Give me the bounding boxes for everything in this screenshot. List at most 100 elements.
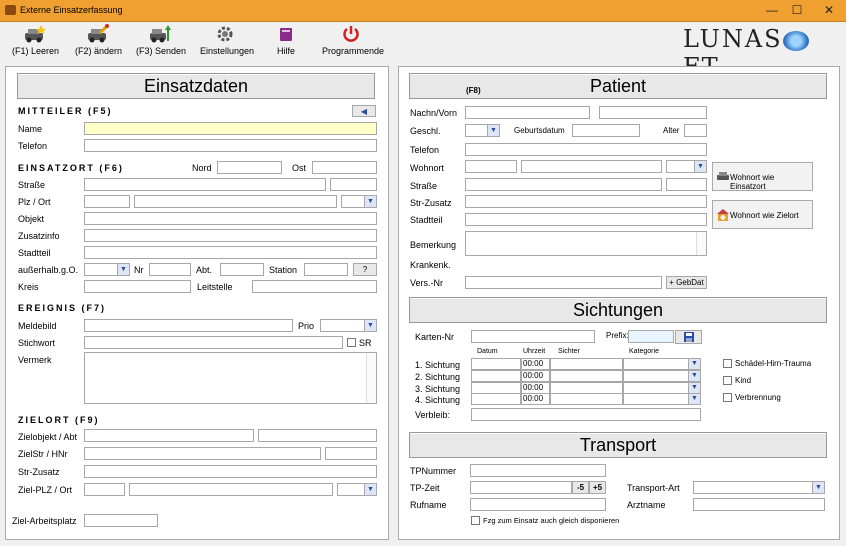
sichtung-sichter[interactable] [550, 370, 623, 382]
patient-title: Patient [589, 76, 647, 96]
nr-input[interactable] [149, 263, 191, 276]
bemerkung-scrollbar[interactable] [696, 232, 706, 255]
hausnummer-input[interactable] [330, 178, 377, 191]
fzg-disponieren-checkbox[interactable] [471, 516, 480, 525]
patient-telefon-input[interactable] [465, 143, 707, 156]
name-input[interactable] [84, 122, 377, 135]
sichtung-kategorie-dropdown[interactable]: ▼ [623, 370, 701, 382]
nord-input[interactable] [217, 161, 282, 174]
verbrennung-checkbox[interactable] [723, 393, 732, 402]
arztname-input[interactable] [693, 498, 825, 511]
patient-strasse-input[interactable] [465, 178, 662, 191]
gebdat-button[interactable]: + GebDat [666, 276, 707, 289]
rufname-input[interactable] [470, 498, 606, 511]
patient-strzusatz-input[interactable] [465, 195, 707, 208]
ort-input[interactable] [134, 195, 337, 208]
alter-input[interactable] [684, 124, 707, 137]
sichtung-datum[interactable] [471, 370, 521, 382]
ziel-strzusatz-input[interactable] [84, 465, 377, 478]
tpzeit-input[interactable] [470, 481, 572, 494]
nr-label: Nr [134, 265, 144, 275]
ost-input[interactable] [312, 161, 377, 174]
wohnort-wie-einsatzort-button[interactable]: Wohnort wie Einsatzort [712, 162, 813, 191]
zielobjekt-input[interactable] [84, 429, 254, 442]
ziel-abt-input[interactable] [258, 429, 377, 442]
zusatzinfo-input[interactable] [84, 229, 377, 242]
vermerk-textarea[interactable] [84, 352, 377, 404]
gear-icon [214, 24, 236, 44]
leitstelle-input[interactable] [252, 280, 377, 293]
sichtung-uhrzeit[interactable]: 00:00 [521, 358, 550, 370]
sichtung-kategorie-dropdown[interactable]: ▼ [623, 358, 701, 370]
sichtung-datum[interactable] [471, 393, 521, 405]
plz-input[interactable] [84, 195, 130, 208]
maximize-button[interactable]: ☐ [782, 0, 812, 22]
wohnort-plz-input[interactable] [465, 160, 517, 173]
station-help-button[interactable]: ? [353, 263, 377, 276]
transport-art-label: Transport-Art [627, 483, 680, 493]
kreis-input[interactable] [84, 280, 191, 293]
patient-hnr-input[interactable] [666, 178, 707, 191]
kartennr-input[interactable] [471, 330, 595, 343]
kind-checkbox[interactable] [723, 376, 732, 385]
ausserhalb-dropdown[interactable]: ▼ [84, 263, 130, 276]
geschlecht-dropdown[interactable]: ▼ [465, 124, 500, 137]
wohnort-wie-zielort-button[interactable]: Wohnort wie Zielort [712, 200, 813, 229]
exit-button[interactable]: Programmende [322, 24, 384, 56]
sichtung-uhrzeit[interactable]: 00:00 [521, 393, 550, 405]
zielstr-label: ZielStr / HNr [18, 449, 68, 459]
edit-button[interactable]: (F2) ändern [75, 23, 122, 56]
ost-label: Ost [292, 163, 307, 173]
patient-stadtteil-input[interactable] [465, 213, 707, 226]
strasse-input[interactable] [84, 178, 326, 191]
transport-art-dropdown[interactable]: ▼ [693, 481, 825, 494]
sichtung-uhrzeit[interactable]: 00:00 [521, 370, 550, 382]
wohnort-ort-input[interactable] [521, 160, 662, 173]
sichtung-datum[interactable] [471, 358, 521, 370]
geburtsdatum-label: Geburtsdatum [514, 126, 565, 135]
ziel-plz-input[interactable] [84, 483, 125, 496]
help-button[interactable]: Hilfe [268, 24, 304, 56]
prio-dropdown[interactable]: ▼ [320, 319, 377, 332]
stichwort-input[interactable] [84, 336, 343, 349]
ziel-ort-dropdown[interactable]: ▼ [337, 483, 377, 496]
versnr-input[interactable] [465, 276, 662, 289]
tpnummer-input[interactable] [470, 464, 606, 477]
vorname-input[interactable] [599, 106, 707, 119]
ziel-hnr-input[interactable] [325, 447, 377, 460]
zielstr-input[interactable] [84, 447, 321, 460]
close-button[interactable]: ✕ [814, 0, 844, 22]
station-input[interactable] [304, 263, 348, 276]
sichtung-kategorie-dropdown[interactable]: ▼ [623, 393, 701, 405]
ort-dropdown[interactable]: ▼ [341, 195, 377, 208]
sichtung-sichter[interactable] [550, 358, 623, 370]
schaedel-hirn-trauma-checkbox[interactable] [723, 359, 732, 368]
nachname-input[interactable] [465, 106, 590, 119]
wohnort-dropdown[interactable]: ▼ [666, 160, 707, 173]
chevron-down-icon: ▼ [812, 482, 824, 493]
sr-checkbox[interactable] [347, 338, 356, 347]
transport-header: Transport [409, 432, 827, 458]
settings-button[interactable]: Einstellungen [200, 24, 254, 56]
clear-button[interactable]: (F1) Leeren [12, 24, 59, 56]
abt-input[interactable] [220, 263, 264, 276]
tpzeit-plus5-button[interactable]: +5 [589, 481, 606, 494]
save-prefix-button[interactable] [675, 330, 702, 344]
ziel-ort-input[interactable] [129, 483, 333, 496]
chevron-down-icon: ▼ [117, 264, 129, 275]
geburtsdatum-input[interactable] [572, 124, 640, 137]
prio-label: Prio [298, 321, 315, 331]
meldebild-input[interactable] [84, 319, 293, 332]
verbleib-input[interactable] [471, 408, 701, 421]
sichtung-sichter[interactable] [550, 393, 623, 405]
bemerkung-textarea[interactable] [465, 231, 707, 256]
send-button[interactable]: (F3) Senden [136, 24, 186, 56]
back-arrow-button[interactable]: ◀ [352, 105, 376, 117]
vermerk-scrollbar[interactable] [366, 353, 376, 403]
tpzeit-minus5-button[interactable]: -5 [572, 481, 589, 494]
telefon-input[interactable] [84, 139, 377, 152]
stadtteil-input[interactable] [84, 246, 377, 259]
objekt-input[interactable] [84, 212, 377, 225]
prefix-input[interactable] [628, 330, 674, 343]
ziel-arbeitsplatz-input[interactable] [84, 514, 158, 527]
